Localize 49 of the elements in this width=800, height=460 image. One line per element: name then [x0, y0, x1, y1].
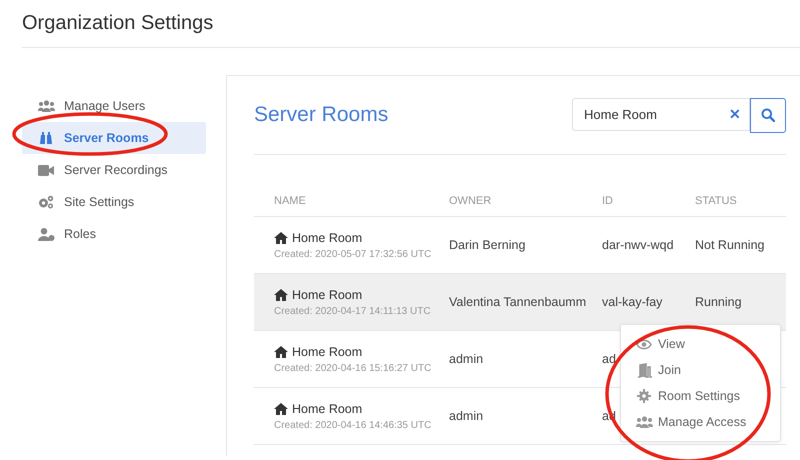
- binoculars-icon: [39, 131, 53, 145]
- table-row[interactable]: Home Room Created: 2020-04-17 14:11:13 UTC Valentina Tannenbaumm val-kay-fay Running: [254, 274, 786, 331]
- owner-cell: admin: [449, 352, 484, 366]
- room-name: Home Room: [274, 344, 449, 358]
- room-name: Home Room: [274, 288, 449, 302]
- created-date: Created: 2020-04-16 15:16:27 UTC: [274, 362, 432, 374]
- house-icon: [274, 346, 288, 358]
- page-title: Organization Settings: [22, 0, 800, 48]
- search-icon: [761, 108, 775, 122]
- created-date: Created: 2020-04-16 14:46:35 UTC: [274, 420, 432, 430]
- owner-cell: Valentina Tannenbaumm: [449, 295, 586, 309]
- column-header: NAME: [273, 195, 307, 207]
- created-date: Created: 2020-04-17 14:11:13 UTC: [274, 306, 432, 316]
- panel-title: Server Rooms: [254, 103, 388, 127]
- room-name: Home Room: [274, 230, 449, 244]
- column-header: OWNER: [449, 195, 492, 207]
- id-cell: val-kay-fay: [602, 295, 662, 309]
- menu-item[interactable]: Manage Access: [621, 409, 780, 435]
- sidebar-item[interactable]: Server Rooms: [22, 122, 206, 154]
- search-button[interactable]: [750, 98, 786, 132]
- id-cell: ad: [602, 352, 616, 366]
- column-header: ID: [602, 195, 614, 207]
- users-icon: [38, 100, 54, 112]
- sidebar-item[interactable]: Manage Users: [22, 90, 206, 122]
- eye-icon: [636, 338, 652, 350]
- owner-cell: Darin Berning: [449, 238, 526, 252]
- room-name: Home Room: [274, 402, 449, 416]
- house-icon: [274, 232, 288, 244]
- created-date: Created: 2020-05-07 17:32:56 UTC: [274, 248, 432, 260]
- house-icon: [274, 402, 288, 414]
- search-field[interactable]: Home Room ✕: [572, 98, 750, 130]
- video-camera-icon: [38, 164, 54, 176]
- owner-cell: admin: [449, 409, 484, 423]
- clear-button[interactable]: ✕: [729, 106, 741, 122]
- door-icon: [636, 362, 652, 378]
- status-cell: Not Running: [695, 238, 764, 252]
- users-icon: [636, 416, 652, 428]
- sidebar-item[interactable]: Site Settings: [22, 186, 206, 218]
- user-gear-icon: [38, 228, 54, 240]
- gears-icon: [38, 195, 54, 209]
- id-cell: dar-nwv-wqd: [602, 238, 674, 252]
- column-header: STATUS: [695, 195, 738, 207]
- house-icon: [274, 288, 288, 300]
- status-cell: Running: [695, 295, 742, 309]
- sidebar-item[interactable]: Server Recordings: [22, 154, 206, 186]
- menu-item[interactable]: Join: [621, 357, 780, 383]
- gear-icon: [637, 389, 651, 403]
- menu-item[interactable]: View: [621, 331, 780, 357]
- sidebar-item[interactable]: Roles: [22, 218, 206, 250]
